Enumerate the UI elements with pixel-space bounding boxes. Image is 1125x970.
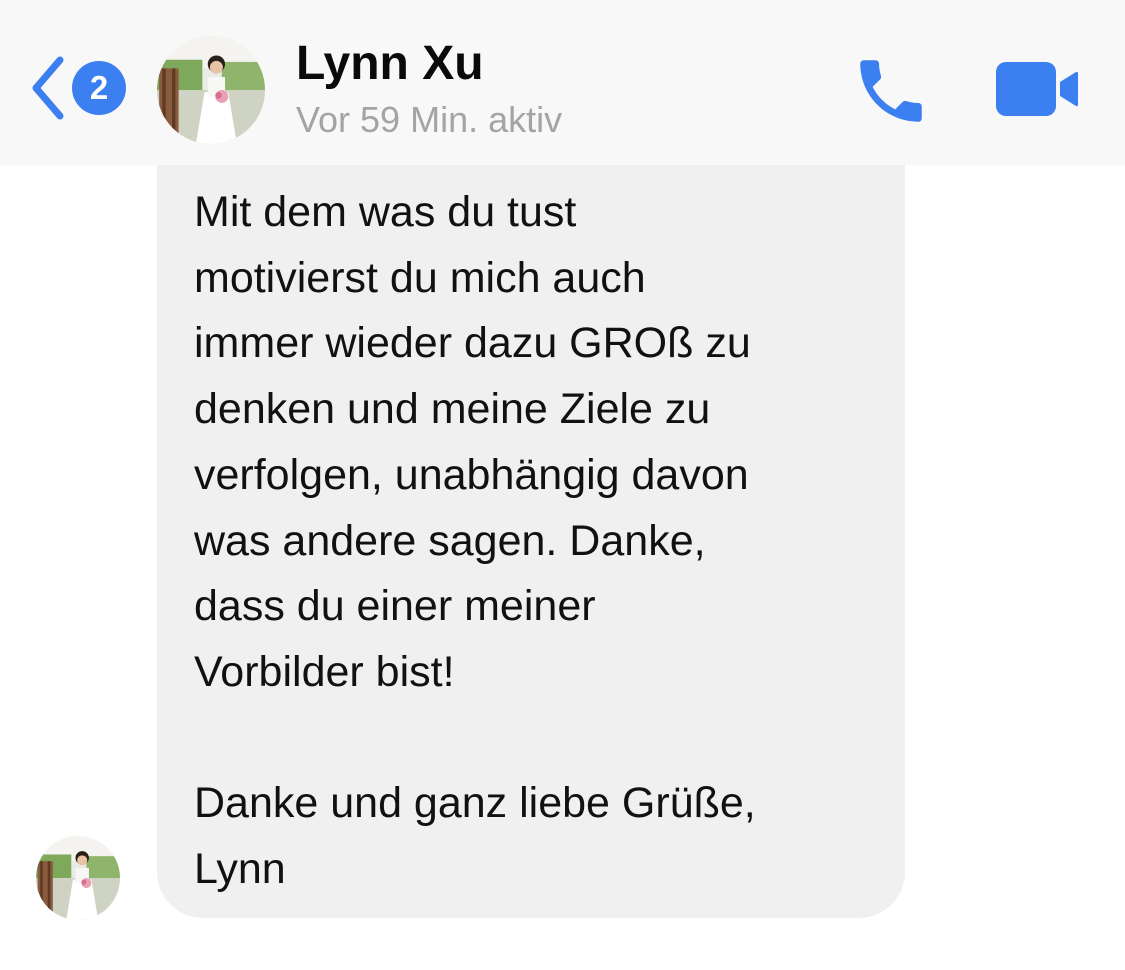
video-call-button[interactable] <box>992 58 1082 120</box>
message-text: Mit dem was du tust motivierst du mich a… <box>194 188 756 894</box>
video-camera-icon <box>996 62 1078 116</box>
avatar-photo <box>36 836 120 920</box>
contact-avatar[interactable] <box>157 36 265 144</box>
chevron-left-icon <box>32 56 64 120</box>
contact-active-status: Vor 59 Min. aktiv <box>296 99 563 140</box>
message-bubble[interactable]: Mit dem was du tust motivierst du mich a… <box>157 118 905 918</box>
voice-call-button[interactable] <box>850 50 932 132</box>
back-button[interactable]: 2 <box>26 52 130 124</box>
contact-name[interactable]: Lynn Xu <box>296 34 484 94</box>
message-sender-avatar[interactable] <box>36 836 120 920</box>
phone-icon <box>860 60 922 122</box>
unread-badge: 2 <box>72 61 126 115</box>
avatar-photo <box>157 36 265 144</box>
chat-header: 2 Lynn Xu Vor 59 Min. aktiv <box>0 0 1125 165</box>
